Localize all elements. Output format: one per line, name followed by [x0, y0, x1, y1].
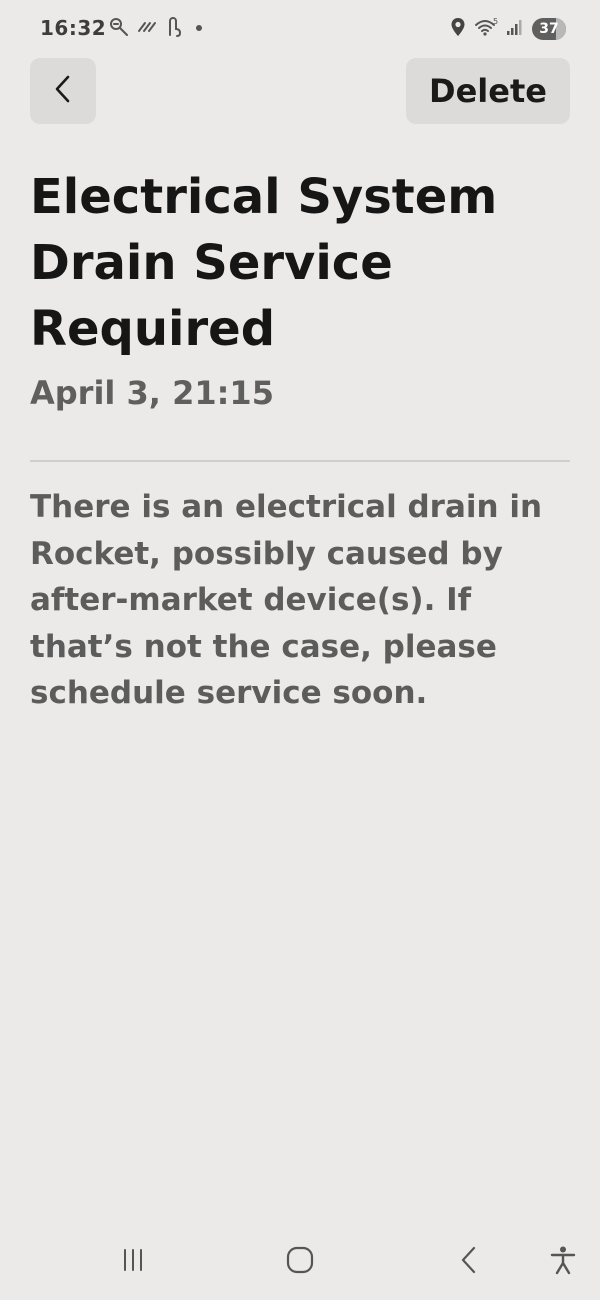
accessibility-button[interactable] [538, 1240, 588, 1284]
flashlight-icon [108, 16, 130, 42]
message-body: There is an electrical drain in Rocket, … [30, 489, 543, 711]
status-time: 16:32 [40, 16, 107, 40]
home-icon [285, 1245, 315, 1279]
chevron-left-icon [51, 74, 75, 108]
message-timestamp: April 3, 21:15 [30, 374, 274, 412]
navigation-bar [0, 1230, 600, 1300]
notification-dot-icon [192, 20, 206, 39]
back-icon [457, 1245, 481, 1279]
accessibility-icon [549, 1245, 577, 1279]
status-bar: 16:32 5 37 [0, 0, 600, 58]
page-title: Electrical System Drain Service Required [30, 169, 498, 357]
divider [30, 460, 570, 462]
status-right-icons: 5 37 [450, 16, 566, 42]
location-icon [450, 17, 466, 41]
delete-button[interactable]: Delete [406, 58, 570, 124]
hearing-aid-icon [164, 15, 186, 43]
nfc-icon [136, 16, 158, 42]
recent-apps-button[interactable] [108, 1240, 158, 1284]
wifi-icon: 5 [474, 17, 498, 41]
svg-text:5: 5 [493, 17, 498, 26]
signal-icon [506, 18, 524, 40]
status-left-icons [108, 16, 206, 42]
recent-apps-icon [119, 1246, 147, 1278]
battery-icon: 37 [532, 18, 566, 40]
back-nav-button[interactable] [444, 1240, 494, 1284]
home-button[interactable] [275, 1240, 325, 1284]
battery-level: 37 [539, 21, 559, 37]
back-button[interactable] [30, 58, 96, 124]
